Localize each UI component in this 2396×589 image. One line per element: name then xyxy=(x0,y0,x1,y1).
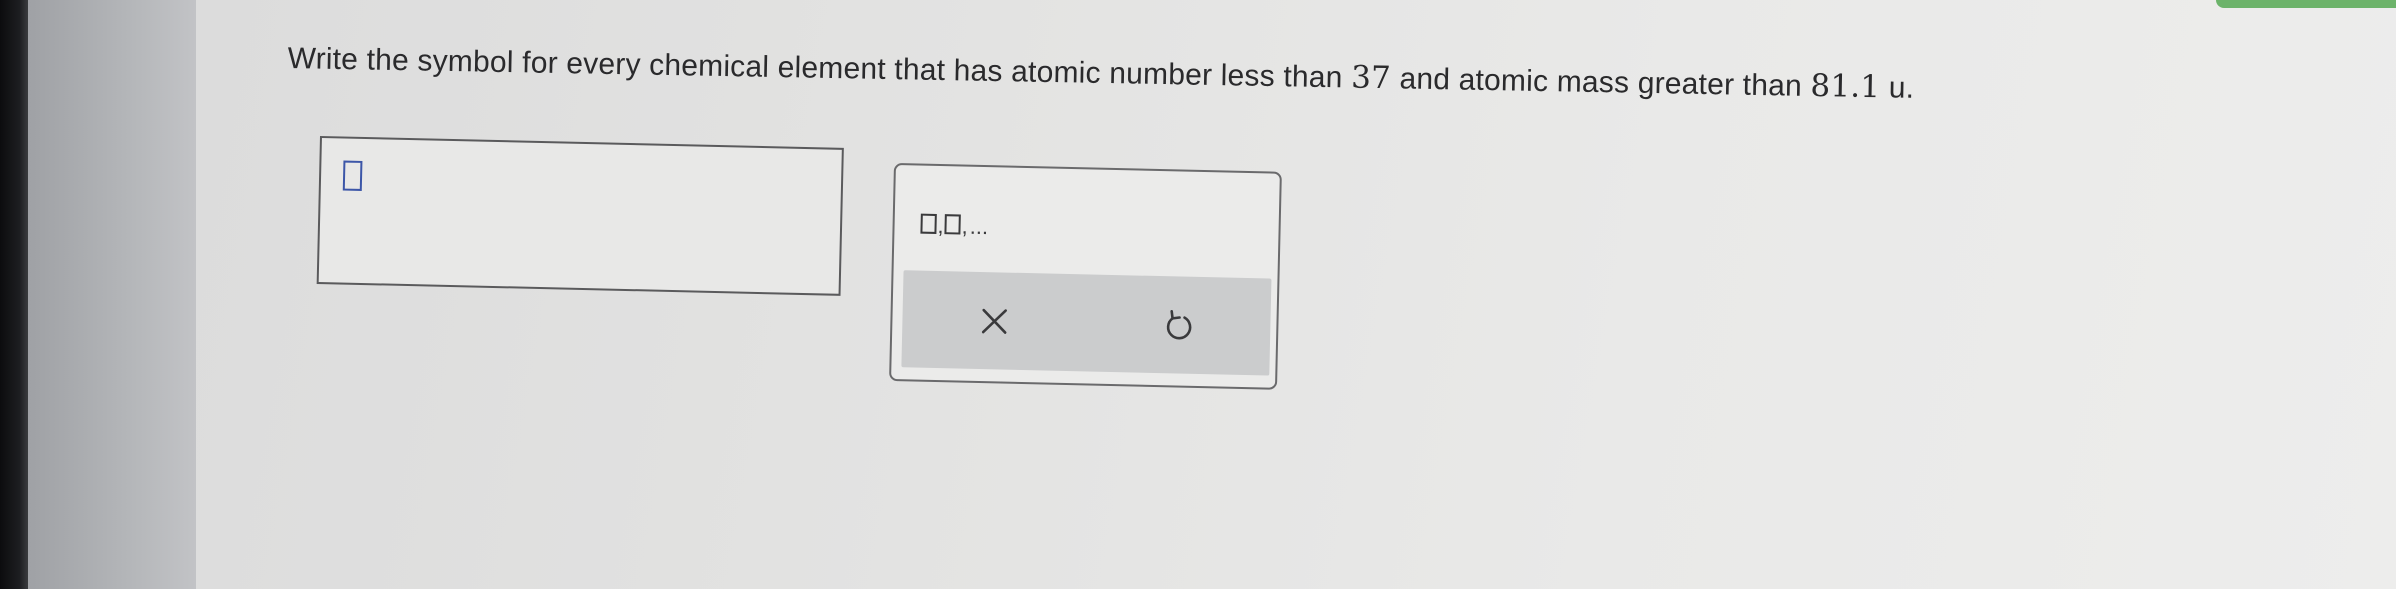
list-separator-2: , xyxy=(961,213,969,239)
mass-unit: u xyxy=(1888,71,1907,105)
undo-icon xyxy=(1161,308,1196,343)
left-sidebar-panel xyxy=(28,0,196,589)
placeholder-square-icon xyxy=(920,213,937,234)
clear-button[interactable] xyxy=(901,270,1087,371)
list-template-button[interactable]: , , ... xyxy=(920,213,989,240)
x-icon xyxy=(979,305,1010,336)
list-ellipsis: ... xyxy=(969,213,989,240)
list-separator: , xyxy=(937,213,945,239)
top-right-accent xyxy=(2216,0,2396,8)
placeholder-square-icon xyxy=(944,214,961,235)
input-cursor-placeholder[interactable] xyxy=(342,160,363,191)
monitor-bezel xyxy=(0,0,28,589)
keypad-action-bar xyxy=(901,270,1272,376)
atomic-number-limit: 37 xyxy=(1350,59,1392,97)
answer-input-box[interactable] xyxy=(316,136,844,296)
math-keypad: , , ... xyxy=(889,163,1282,390)
question-suffix: . xyxy=(1905,71,1915,105)
atomic-mass-limit: 81.1 xyxy=(1810,67,1881,106)
undo-button[interactable] xyxy=(1085,274,1271,375)
question-middle: and atomic mass greater than xyxy=(1390,62,1811,103)
